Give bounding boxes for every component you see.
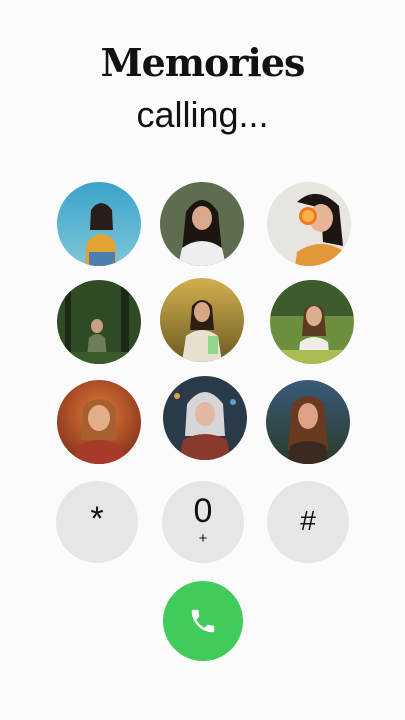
contact-photo-8 bbox=[163, 376, 247, 460]
contact-avatar-7[interactable] bbox=[57, 380, 141, 464]
contact-avatar-8[interactable] bbox=[163, 376, 247, 460]
key-hash[interactable]: # bbox=[267, 481, 349, 563]
key-star[interactable]: * bbox=[56, 481, 138, 563]
contact-avatar-3[interactable] bbox=[267, 182, 351, 266]
phone-screen: Memories calling... * 0 + # bbox=[0, 0, 405, 720]
contact-photo-3 bbox=[267, 182, 351, 266]
contact-photo-7 bbox=[57, 380, 141, 464]
contact-avatar-1[interactable] bbox=[57, 182, 141, 266]
contact-photo-5 bbox=[160, 278, 244, 362]
contact-photo-1 bbox=[57, 182, 141, 266]
contact-photo-9 bbox=[266, 380, 350, 464]
call-button[interactable] bbox=[163, 581, 243, 661]
page-title: Memories bbox=[100, 40, 306, 85]
call-status: calling... bbox=[136, 94, 269, 135]
key-star-label: * bbox=[90, 500, 104, 538]
contact-photo-4 bbox=[57, 280, 141, 364]
key-hash-label: # bbox=[300, 505, 316, 536]
key-zero-sublabel: + bbox=[198, 530, 208, 547]
contact-photo-6 bbox=[270, 280, 354, 364]
contact-photo-2 bbox=[160, 182, 244, 266]
contact-avatar-6[interactable] bbox=[270, 280, 354, 364]
contact-avatar-9[interactable] bbox=[266, 380, 350, 464]
key-zero[interactable]: 0 + bbox=[162, 481, 244, 563]
contact-avatar-2[interactable] bbox=[160, 182, 244, 266]
contact-avatar-4[interactable] bbox=[57, 280, 141, 364]
contact-avatar-5[interactable] bbox=[160, 278, 244, 362]
phone-icon bbox=[191, 609, 215, 633]
key-zero-label: 0 bbox=[193, 492, 213, 530]
